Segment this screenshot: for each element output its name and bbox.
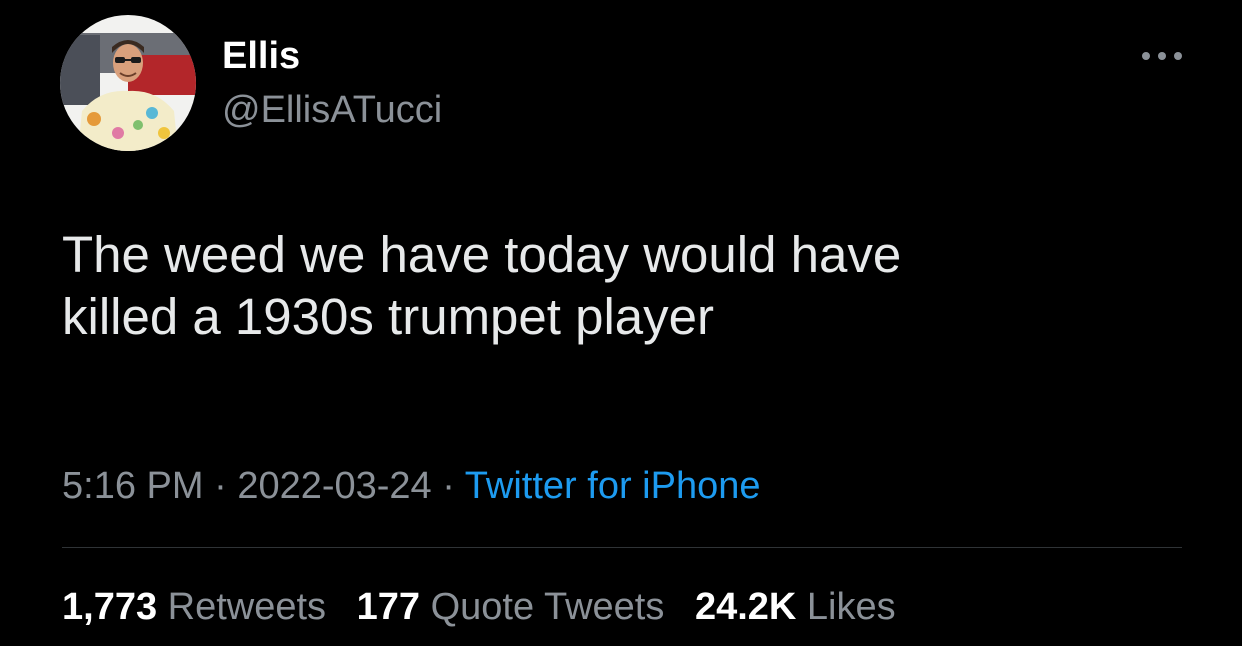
tweet-date[interactable]: 2022-03-24 bbox=[237, 465, 431, 507]
likes-count: 24.2K bbox=[694, 586, 797, 628]
divider bbox=[62, 547, 1182, 548]
more-horizontal-icon bbox=[1142, 52, 1182, 60]
meta-separator: · bbox=[442, 465, 455, 507]
author-handle[interactable]: @EllisATucci bbox=[222, 88, 442, 134]
retweets-label: Retweets bbox=[167, 586, 327, 628]
tweet-text: The weed we have today would have killed… bbox=[62, 224, 1182, 348]
retweets-count: 1,773 bbox=[62, 586, 158, 628]
tweet-source-link[interactable]: Twitter for iPhone bbox=[465, 465, 761, 507]
tweet-text-line: killed a 1930s trumpet player bbox=[62, 288, 715, 345]
meta-separator: · bbox=[214, 465, 227, 507]
author-avatar[interactable] bbox=[60, 15, 196, 151]
author-display-name[interactable]: Ellis bbox=[222, 34, 300, 80]
more-options-button[interactable] bbox=[1136, 44, 1188, 68]
retweets-stat[interactable]: 1,773 Retweets bbox=[62, 584, 326, 630]
quote-tweets-label: Quote Tweets bbox=[430, 586, 665, 628]
quote-tweets-count: 177 bbox=[356, 586, 421, 628]
tweet-text-line: The weed we have today would have bbox=[62, 226, 902, 283]
tweet-time[interactable]: 5:16 PM bbox=[62, 465, 204, 507]
tweet-stats: 1,773 Retweets 177 Quote Tweets 24.2K Li… bbox=[62, 584, 916, 630]
quote-tweets-stat[interactable]: 177 Quote Tweets bbox=[357, 584, 665, 630]
avatar-photo bbox=[60, 15, 196, 151]
likes-label: Likes bbox=[806, 586, 896, 628]
tweet-metadata: 5:16 PM · 2022-03-24 · Twitter for iPhon… bbox=[62, 464, 760, 508]
likes-stat[interactable]: 24.2K Likes bbox=[695, 584, 896, 630]
